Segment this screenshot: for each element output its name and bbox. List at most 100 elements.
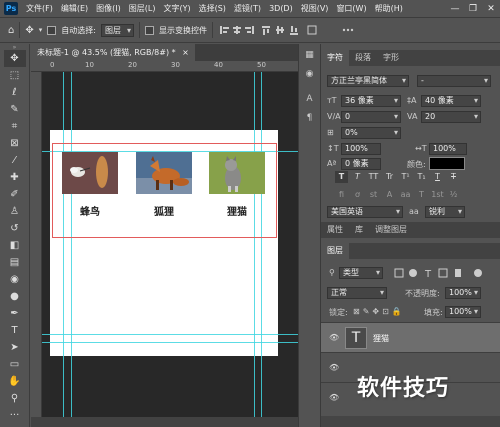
history-icon[interactable]: ▦	[302, 47, 318, 63]
tracking-field[interactable]: 20	[421, 111, 481, 123]
guide-line[interactable]	[63, 72, 64, 417]
ligatures-button[interactable]: fi	[335, 189, 348, 201]
antialias-dropdown[interactable]: 锐利	[425, 206, 465, 218]
paragraph-panel-icon[interactable]: ¶	[302, 110, 318, 126]
crop-tool-icon[interactable]: ⌗	[4, 118, 26, 135]
eyedropper-icon[interactable]: ⁄	[4, 152, 26, 169]
healing-brush-icon[interactable]: ✚	[4, 169, 26, 186]
tab-glyphs[interactable]: 字形	[377, 50, 405, 66]
close-window-button[interactable]: ✕	[482, 4, 500, 14]
color-palette-icon[interactable]: ◉	[302, 66, 318, 82]
menu-edit[interactable]: 编辑(E)	[57, 3, 92, 14]
character-panel-icon[interactable]: A	[302, 91, 318, 107]
home-icon[interactable]: ⌂	[8, 25, 14, 36]
hummingbird-image[interactable]	[62, 152, 118, 194]
menu-view[interactable]: 视图(V)	[297, 3, 333, 14]
clone-stamp-icon[interactable]: ♙	[4, 203, 26, 220]
zoom-tool-icon[interactable]: ⚲	[4, 390, 26, 407]
tab-adjustments[interactable]: 调整图层	[369, 222, 413, 238]
faux-italic-button[interactable]: T	[351, 171, 364, 183]
tsume-field[interactable]: 0%	[341, 127, 401, 139]
faux-bold-button[interactable]: T	[335, 171, 348, 183]
subscript-button[interactable]: T₁	[415, 171, 428, 183]
more-tools-icon[interactable]: ···	[4, 407, 26, 424]
stylistic-alternates-button[interactable]: st	[367, 189, 380, 201]
eye-icon[interactable]: 👁	[329, 393, 339, 402]
guide-line[interactable]	[42, 334, 298, 335]
lasso-tool-icon[interactable]: ℓ	[4, 84, 26, 101]
stylistic-set-button[interactable]: aa	[399, 189, 412, 201]
wildcat-image[interactable]	[209, 152, 265, 194]
close-tab-icon[interactable]: ×	[182, 48, 189, 57]
fill-field[interactable]: 100%	[445, 306, 481, 318]
move-tool-icon[interactable]: ✥	[25, 25, 33, 36]
move-tool-icon[interactable]: ✥	[3, 50, 26, 67]
menu-window[interactable]: 窗口(W)	[332, 3, 370, 14]
vertical-scale-field[interactable]: 100%	[341, 143, 381, 155]
pen-tool-icon[interactable]: ✒	[4, 305, 26, 322]
guide-line[interactable]	[71, 72, 72, 417]
eye-icon[interactable]: 👁	[329, 333, 339, 342]
vertical-ruler[interactable]	[31, 72, 42, 417]
hand-tool-icon[interactable]: ✋	[4, 373, 26, 390]
minimize-button[interactable]: —	[446, 4, 464, 14]
eraser-icon[interactable]: ◧	[4, 237, 26, 254]
titling-alternates-button[interactable]: T	[415, 189, 428, 201]
rectangle-tool-icon[interactable]: ▭	[4, 356, 26, 373]
lock-icons[interactable]: ⊠✎✥⊡🔒	[353, 307, 405, 316]
guide-line[interactable]	[261, 72, 262, 417]
fox-image[interactable]	[136, 152, 192, 194]
menu-filter[interactable]: 滤镜(T)	[230, 3, 265, 14]
fractions-button[interactable]: ½	[447, 189, 460, 201]
menu-help[interactable]: 帮助(H)	[371, 3, 407, 14]
blend-mode-dropdown[interactable]: 正常	[327, 287, 387, 299]
menu-3d[interactable]: 3D(D)	[265, 4, 297, 13]
auto-select-dropdown[interactable]: 图层	[100, 23, 134, 37]
discretionary-ligatures-button[interactable]: ơ	[351, 189, 364, 201]
text-color-swatch[interactable]	[429, 157, 465, 170]
history-brush-icon[interactable]: ↺	[4, 220, 26, 237]
language-dropdown[interactable]: 美国英语	[327, 206, 403, 218]
menu-file[interactable]: 文件(F)	[22, 3, 57, 14]
layer-row[interactable]: 👁 T 狸猫	[321, 322, 500, 352]
baseline-shift-field[interactable]: 0 像素	[341, 158, 381, 170]
tab-layers[interactable]: 图层	[321, 243, 349, 259]
gradient-icon[interactable]: ▤	[4, 254, 26, 271]
guide-line[interactable]	[42, 342, 298, 343]
all-caps-button[interactable]: TT	[367, 171, 380, 183]
guide-line[interactable]	[254, 72, 255, 417]
small-caps-button[interactable]: Tr	[383, 171, 396, 183]
dodge-icon[interactable]: ●	[4, 288, 26, 305]
strikethrough-button[interactable]: T	[447, 171, 460, 183]
frame-tool-icon[interactable]: ⊠	[4, 135, 26, 152]
quick-selection-icon[interactable]: ✎	[4, 101, 26, 118]
font-family-dropdown[interactable]: 方正兰亭黑简体	[327, 75, 409, 87]
show-transform-checkbox[interactable]	[144, 25, 154, 35]
swash-button[interactable]: A	[383, 189, 396, 201]
tab-character[interactable]: 字符	[321, 50, 349, 66]
canvas-area[interactable]: 蜂鸟 狐狸 狸猫	[42, 72, 298, 417]
horizontal-scale-field[interactable]: 100%	[429, 143, 467, 155]
layer-filter-dropdown[interactable]: 类型	[339, 267, 383, 279]
leading-field[interactable]: 40 像素	[421, 95, 481, 107]
align-icons[interactable]	[218, 24, 358, 36]
kerning-field[interactable]: 0	[341, 111, 401, 123]
horizontal-scrollbar[interactable]	[31, 417, 298, 427]
menu-type[interactable]: 文字(Y)	[159, 3, 194, 14]
chevron-down-icon[interactable]: ▾	[39, 26, 43, 34]
horizontal-ruler[interactable]: 0 10 20 30 40 50	[31, 61, 298, 72]
superscript-button[interactable]: T¹	[399, 171, 412, 183]
eye-icon[interactable]: 👁	[329, 363, 339, 372]
font-style-dropdown[interactable]: -	[417, 75, 491, 87]
underline-button[interactable]: T	[431, 171, 444, 183]
tab-libraries[interactable]: 库	[349, 222, 369, 238]
tab-paragraph[interactable]: 段落	[349, 50, 377, 66]
opacity-field[interactable]: 100%	[445, 287, 481, 299]
brush-tool-icon[interactable]: ✐	[4, 186, 26, 203]
menu-select[interactable]: 选择(S)	[195, 3, 230, 14]
document-tab[interactable]: 未标题-1 @ 43.5% (狸猫, RGB/8#) * ×	[31, 44, 195, 61]
menu-image[interactable]: 图像(I)	[92, 3, 125, 14]
ordinals-button[interactable]: 1st	[431, 189, 444, 201]
blur-icon[interactable]: ◉	[4, 271, 26, 288]
tab-properties[interactable]: 属性	[321, 222, 349, 238]
